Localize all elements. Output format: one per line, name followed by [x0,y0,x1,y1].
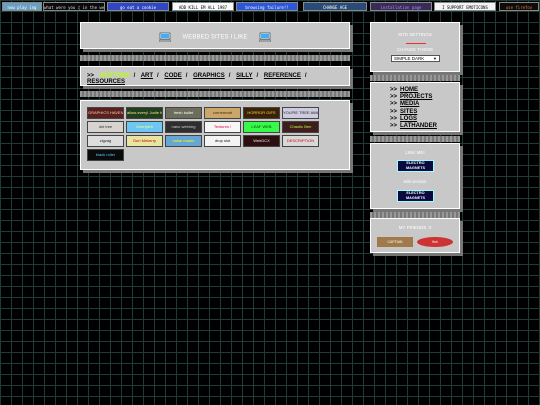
nav-link-sites[interactable]: SITES [400,109,417,115]
site-button[interactable]: cornermart [204,107,241,119]
category-nav: >> BUTTONS / ART / CODE / GRAPHICS / SILLY / … [87,73,349,85]
site-button[interactable]: noise maker [165,135,202,147]
divider-stripe [80,91,350,97]
top-badge[interactable]: installation page [370,2,432,11]
site-button[interactable]: fresh bullet [165,107,202,119]
tab-graphics[interactable]: GRAPHICS [193,73,225,79]
site-button[interactable]: zigzag [87,135,124,147]
settings-title: SITE SETTINGS [398,32,432,37]
computer-icon [259,32,272,42]
top-badge[interactable]: I SUPPORT EMOTICONS [434,2,496,11]
tab-silly[interactable]: SILLY [236,73,252,79]
top-badge[interactable]: go eat a cookie [107,2,169,11]
nav-separator: / [228,73,231,79]
site-nav-item: >> LOGS [390,116,437,123]
nav-link-logs[interactable]: LOGS [400,116,417,122]
top-badge[interactable]: ADD KILL EM ALL 1987 [172,2,234,11]
page-title: WEBBED SITES I LIKE [182,34,248,41]
nav-prefix: >> [390,94,398,101]
nav-link-projects[interactable]: PROJECTS [400,94,432,100]
site-button[interactable]: nano webring [165,121,202,133]
nav-link-home[interactable]: HOME [400,87,418,93]
nav-separator: / [304,73,307,79]
nav-prefix: >> [390,115,398,122]
site-button[interactable]: LEAF WEB [243,121,280,133]
top-badge[interactable]: CHANGE AGE [303,2,367,11]
site-nav-item: >> MEDIA [390,101,437,108]
tab-resources[interactable]: RESOURCES [87,79,125,85]
nav-separator: / [157,73,159,79]
link-me-title: LINK ME! [405,150,425,155]
top-badge[interactable]: use firefox [499,2,539,11]
divider-stripe [370,136,460,142]
site-nav-panel: >> HOME >> PROJECTS >> MEDIA >> SITES >> LOGS… [370,82,460,132]
settings-divider [406,43,426,44]
site-button[interactable]: black roller [87,149,124,161]
site-button[interactable]: GRAPHICS HAVEN [87,107,124,119]
site-nav-item: >> LATHANDER [390,123,437,130]
nav-prefix: >> [390,87,398,93]
site-button[interactable]: DESCRIPTION [282,135,319,147]
divider-stripe [370,75,460,81]
theme-select-value: SIMPLE DARK [394,56,425,61]
alt-version-label: edit version [403,179,427,184]
settings-panel: SITE SETTINGS CHANGE THEME SIMPLE DARK ▼ [370,22,460,72]
nav-prefix: >> [390,108,398,115]
site-button[interactable]: HORROR GIFS [243,107,280,119]
site-button[interactable]: Ovenyieh [126,121,163,133]
nav-link-media[interactable]: MEDIA [400,101,419,107]
friends-title: MY FRIENDS :3 [398,225,432,230]
friend-button[interactable]: CAPTAIN [377,237,413,247]
top-badge-strip: now play ing what were you ♫ in the web … [0,2,540,12]
theme-select[interactable]: SIMPLE DARK ▼ [391,55,440,62]
header-panel: WEBBED SITES I LIKE [80,22,350,49]
header-title-row: WEBBED SITES I LIKE [81,32,349,42]
link-me-panel: LINK ME! ELECTRO MAGNETS edit version EL… [370,143,460,209]
site-button[interactable]: Gurl Mekerry [126,135,163,147]
tab-art[interactable]: ART [141,73,153,79]
site-button[interactable]: Textures ! [204,121,241,133]
site-button[interactable]: drop slot [204,135,241,147]
computer-icon [158,32,171,42]
buttons-panel: GRAPHICS HAVEN allow-every! Jodie Kilo fre… [80,100,350,170]
site-button[interactable]: allow-every! Jodie Kilo [126,107,163,119]
nav-separator: / [256,73,259,79]
top-badge[interactable]: browsing failure!! [236,2,298,11]
site-button[interactable]: dot tree [87,121,124,133]
category-nav-panel: >> BUTTONS / ART / CODE / GRAPHICS / SILLY / … [80,66,350,86]
chevron-down-icon: ▼ [433,56,437,61]
nav-separator: / [133,73,136,79]
site-nav-item: >> SITES [390,109,437,116]
tab-reference[interactable]: REFERENCE [264,73,301,79]
friends-panel: MY FRIENDS :3 CAPTAIN fish [370,218,460,253]
site-nav: >> HOME >> PROJECTS >> MEDIA >> SITES >> LOGS… [390,87,437,130]
divider-stripe [80,55,350,61]
top-badge[interactable]: what were you ♫ in the web doing [43,2,105,11]
site-nav-item: >> PROJECTS [390,94,437,101]
tab-code[interactable]: CODE [164,73,181,79]
nav-link-lathander[interactable]: LATHANDER [400,123,437,129]
friend-button[interactable]: fish [417,237,453,247]
change-theme-label: CHANGE THEME [396,47,434,52]
site-button[interactable]: WeirDCX [243,135,280,147]
site-button[interactable]: Chaotic Bee [282,121,319,133]
nav-prefix: >> [390,123,398,130]
nav-separator: / [185,73,188,79]
link-me-button[interactable]: ELECTRO MAGNETS [397,160,434,172]
site-button[interactable]: YOU'RE TREE AWAY [282,107,319,119]
top-badge[interactable]: now play ing [2,2,42,11]
site-nav-item: >> HOME [390,87,437,94]
nav-prefix: >> [390,101,398,108]
link-me-button-alt[interactable]: ELECTRO MAGNETS [397,190,434,202]
